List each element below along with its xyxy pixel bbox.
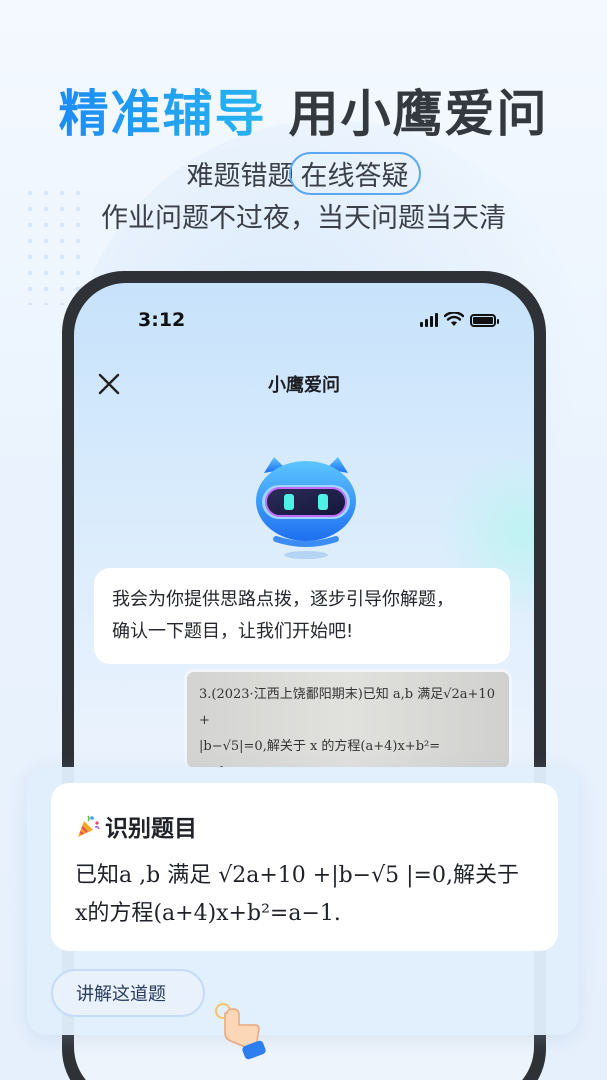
navbar-title: 小鹰爱问 bbox=[268, 375, 340, 396]
subtitle-line1-text: 难题错题 bbox=[186, 161, 295, 192]
card-title-text: 识别题目 bbox=[105, 816, 197, 842]
assistant-message: 我会为你提供思路点拨，逐步引导你解题， 确认一下题目，让我们开始吧! bbox=[94, 568, 510, 664]
recognition-card-body: 识别题目 已知a ,b 满足 √2a+10 +|b−√5 |=0,解关于 x的方… bbox=[51, 783, 558, 951]
status-time: 3:12 bbox=[138, 309, 186, 331]
robot-mascot-icon bbox=[256, 457, 356, 559]
line1-c: 满足 bbox=[167, 863, 219, 888]
question-photo[interactable]: 3.(2023·江西上饶鄱阳期末)已知 a,b 满足√2a+10 + |b−√5… bbox=[184, 669, 512, 771]
party-popper-icon bbox=[78, 815, 100, 837]
line1-d: √2a+10 +|b−√5 |=0, bbox=[218, 863, 453, 888]
signal-icon bbox=[420, 313, 438, 327]
photo-line1: 3.(2023·江西上饶鄱阳期末)已知 a,b 满足√2a+10 + bbox=[199, 687, 495, 728]
wifi-icon bbox=[444, 312, 464, 326]
assistant-message-line2: 确认一下题目，让我们开始吧! bbox=[112, 621, 354, 642]
recognition-card: 识别题目 已知a ,b 满足 √2a+10 +|b−√5 |=0,解关于 x的方… bbox=[27, 767, 579, 1060]
explain-question-button[interactable]: 讲解这道题 bbox=[51, 969, 205, 1017]
line2-c: (a+4)x+b²=a−1. bbox=[153, 901, 341, 926]
subtitle-line1: 难题错题 在线答疑 bbox=[0, 152, 607, 195]
card-title: 识别题目 bbox=[75, 809, 534, 843]
battery-icon bbox=[470, 314, 499, 327]
status-icons bbox=[420, 312, 499, 327]
line2-a: x bbox=[75, 901, 88, 926]
subtitle-line2: 作业问题不过夜，当天问题当天清 bbox=[101, 203, 506, 234]
photo-line2: |b−√5|=0,解关于 x 的方程(a+4)x+b²= bbox=[199, 739, 441, 754]
line2-b: 的方程 bbox=[87, 901, 154, 926]
headline-dark: 用小鹰爱问 bbox=[288, 85, 549, 143]
pointing-hand-icon bbox=[215, 1003, 266, 1060]
headline-blue: 精准辅导 bbox=[58, 85, 267, 143]
assistant-message-line1: 我会为你提供思路点拨，逐步引导你解题， bbox=[112, 589, 454, 610]
line1-a: 已知 bbox=[75, 863, 120, 888]
line1-b: a ,b bbox=[119, 863, 168, 888]
subtitle-circled: 在线答疑 bbox=[288, 152, 421, 195]
headline: 精准辅导 用小鹰爱问 bbox=[0, 74, 607, 146]
recognized-line2: x的方程(a+4)x+b²=a−1. bbox=[75, 895, 534, 933]
recognized-line1: 已知a ,b 满足 √2a+10 +|b−√5 |=0,解关于 bbox=[75, 857, 534, 895]
recognized-question: 已知a ,b 满足 √2a+10 +|b−√5 |=0,解关于 x的方程(a+4… bbox=[75, 857, 534, 933]
line1-e: 解关于 bbox=[452, 863, 519, 888]
